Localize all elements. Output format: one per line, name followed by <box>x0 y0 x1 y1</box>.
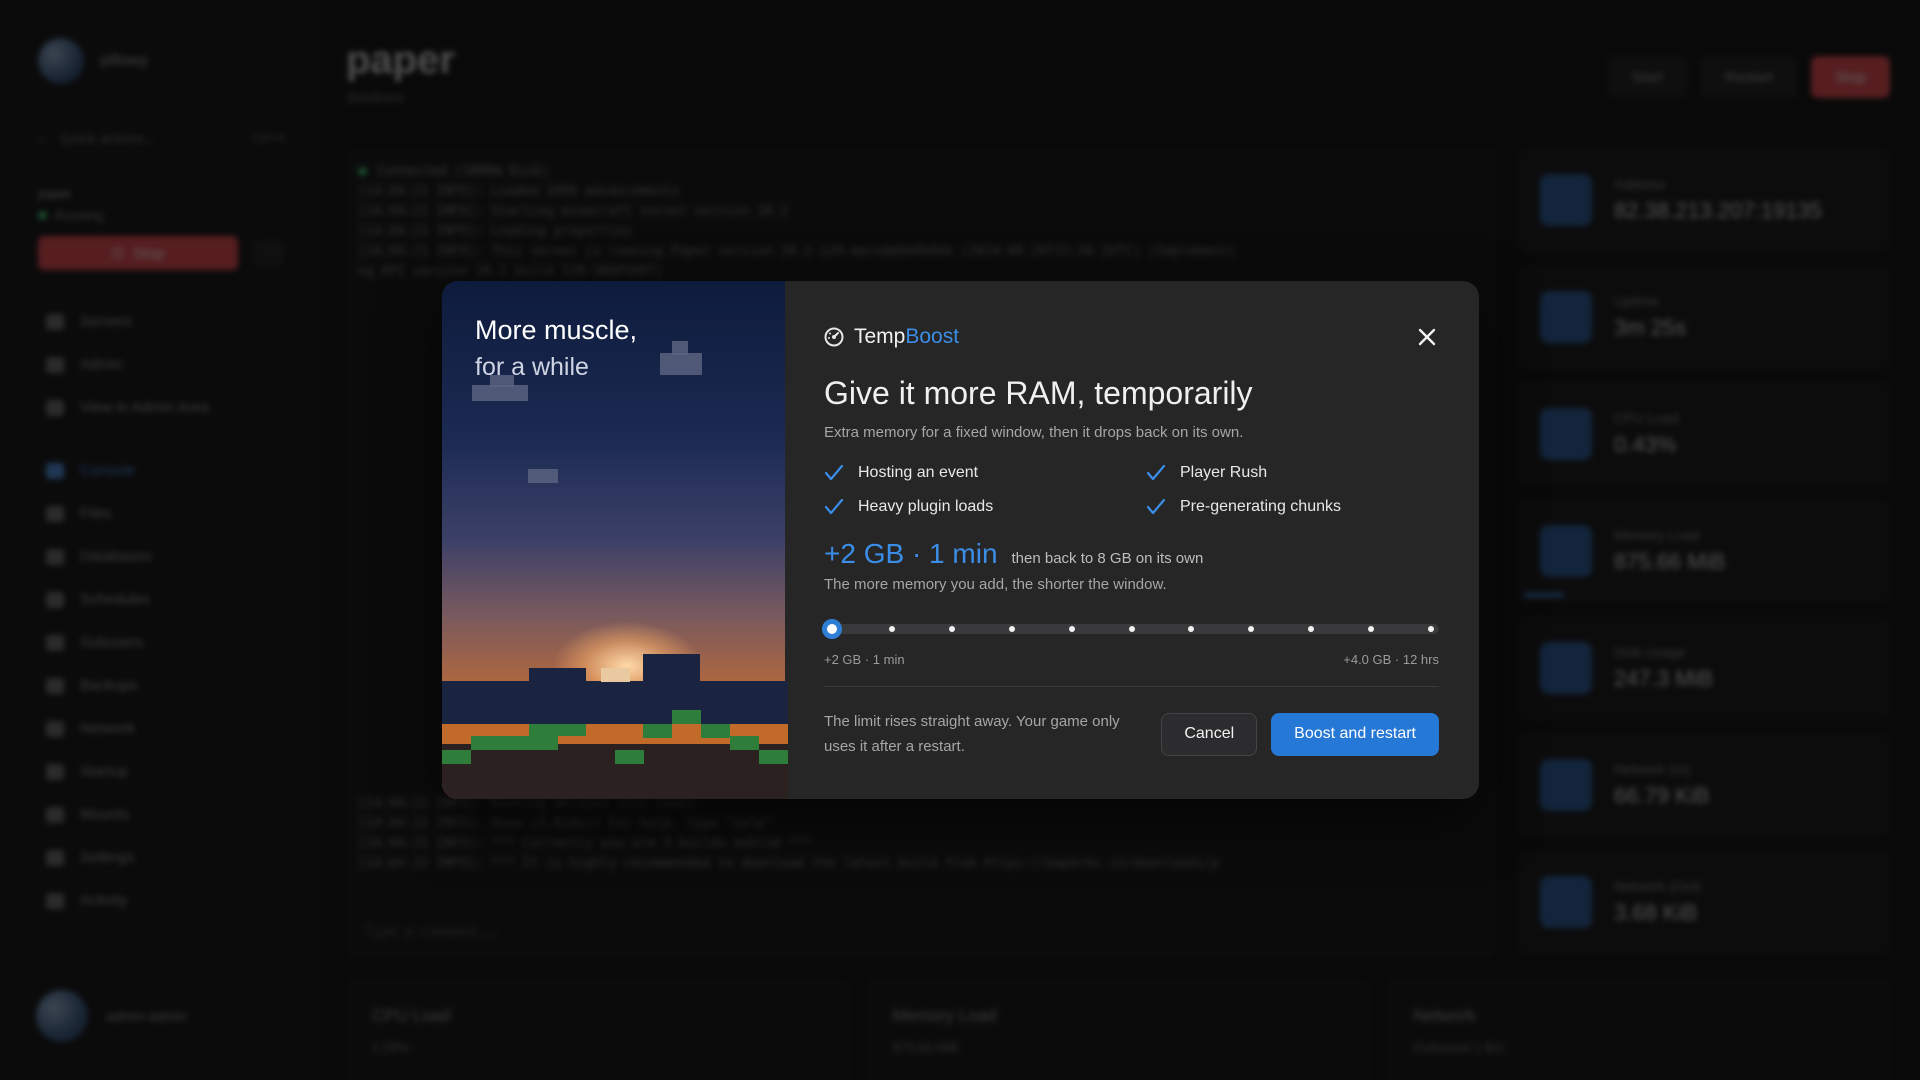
restart-note: The limit rises straight away. Your game… <box>824 713 1120 755</box>
slider-step-tick[interactable] <box>1128 626 1135 632</box>
grass <box>615 750 644 764</box>
use-case-list: Hosting an event Player Rush Heavy plugi… <box>824 462 1439 518</box>
use-case-label: Hosting an event <box>858 464 979 481</box>
grass <box>759 750 788 764</box>
tempboost-brand: TempBoost <box>824 323 1439 351</box>
dialog-title: Give it more RAM, temporarily <box>824 375 1253 411</box>
check-icon <box>1146 464 1166 481</box>
dialog-content: TempBoost Give it more RAM, temporarily … <box>785 281 1479 799</box>
hill-block <box>529 668 586 684</box>
check-icon <box>824 464 844 481</box>
pixel-cloud <box>528 469 558 483</box>
grass <box>529 724 586 736</box>
slider-thumb[interactable] <box>822 619 842 639</box>
check-icon <box>824 498 844 515</box>
slider-step-tick[interactable] <box>888 626 895 632</box>
grass <box>471 736 558 750</box>
use-case-item: Hosting an event <box>824 462 1146 484</box>
use-case-label: Player Rush <box>1180 464 1268 481</box>
divider <box>824 686 1439 687</box>
hill-block <box>643 654 700 684</box>
slider-step-tick[interactable] <box>1008 626 1015 632</box>
pixel-cloud <box>660 353 702 375</box>
tempboost-dialog: More muscle, for a while TempBoost Give … <box>442 281 1479 799</box>
pixel-cloud <box>490 375 514 387</box>
slider-step-tick[interactable] <box>1428 626 1434 632</box>
grass <box>672 710 701 724</box>
sun <box>601 668 630 682</box>
slider-step-tick[interactable] <box>948 626 955 632</box>
close-button[interactable] <box>1413 323 1441 351</box>
pixel-cloud <box>472 385 528 401</box>
boost-size-slider[interactable] <box>822 618 1439 640</box>
hero-illustration: More muscle, for a while <box>442 281 788 799</box>
slider-labels: +2 GB · 1 min +4.0 GB · 12 hrs <box>824 652 1439 667</box>
hero-title: More muscle, <box>475 315 638 345</box>
grass <box>730 736 759 750</box>
boost-and-restart-button[interactable]: Boost and restart <box>1271 712 1439 756</box>
check-icon <box>1146 498 1166 515</box>
use-case-label: Pre-generating chunks <box>1180 498 1341 515</box>
slider-step-tick[interactable] <box>1068 626 1075 632</box>
brand-accent: Boost <box>905 325 960 348</box>
boost-amount: +2 GB · 1 min <box>824 538 998 569</box>
use-case-label: Heavy plugin loads <box>858 498 994 515</box>
grass <box>701 724 730 738</box>
brand-prefix: Temp <box>854 325 906 348</box>
boost-summary: +2 GB · 1 min then back to 8 GB on its o… <box>824 538 1439 570</box>
dialog-footer: The limit rises straight away. Your game… <box>824 709 1439 759</box>
dialog-subtitle: Extra memory for a fixed window, then it… <box>824 424 1244 441</box>
grass <box>442 750 471 764</box>
use-case-item: Heavy plugin loads <box>824 496 1146 518</box>
grass <box>643 724 672 738</box>
use-case-item: Player Rush <box>1146 462 1439 484</box>
close-icon <box>1418 328 1436 346</box>
tradeoff-hint: The more memory you add, the shorter the… <box>824 576 1167 593</box>
pixel-cloud <box>672 341 688 355</box>
slider-max-label: +4.0 GB · 12 hrs <box>1343 652 1439 667</box>
slider-min-label: +2 GB · 1 min <box>824 652 905 667</box>
boost-amount-note: then back to 8 GB on its own <box>1011 550 1204 567</box>
cancel-button[interactable]: Cancel <box>1161 712 1258 756</box>
gauge-icon <box>824 327 844 347</box>
use-case-item: Pre-generating chunks <box>1146 496 1439 518</box>
